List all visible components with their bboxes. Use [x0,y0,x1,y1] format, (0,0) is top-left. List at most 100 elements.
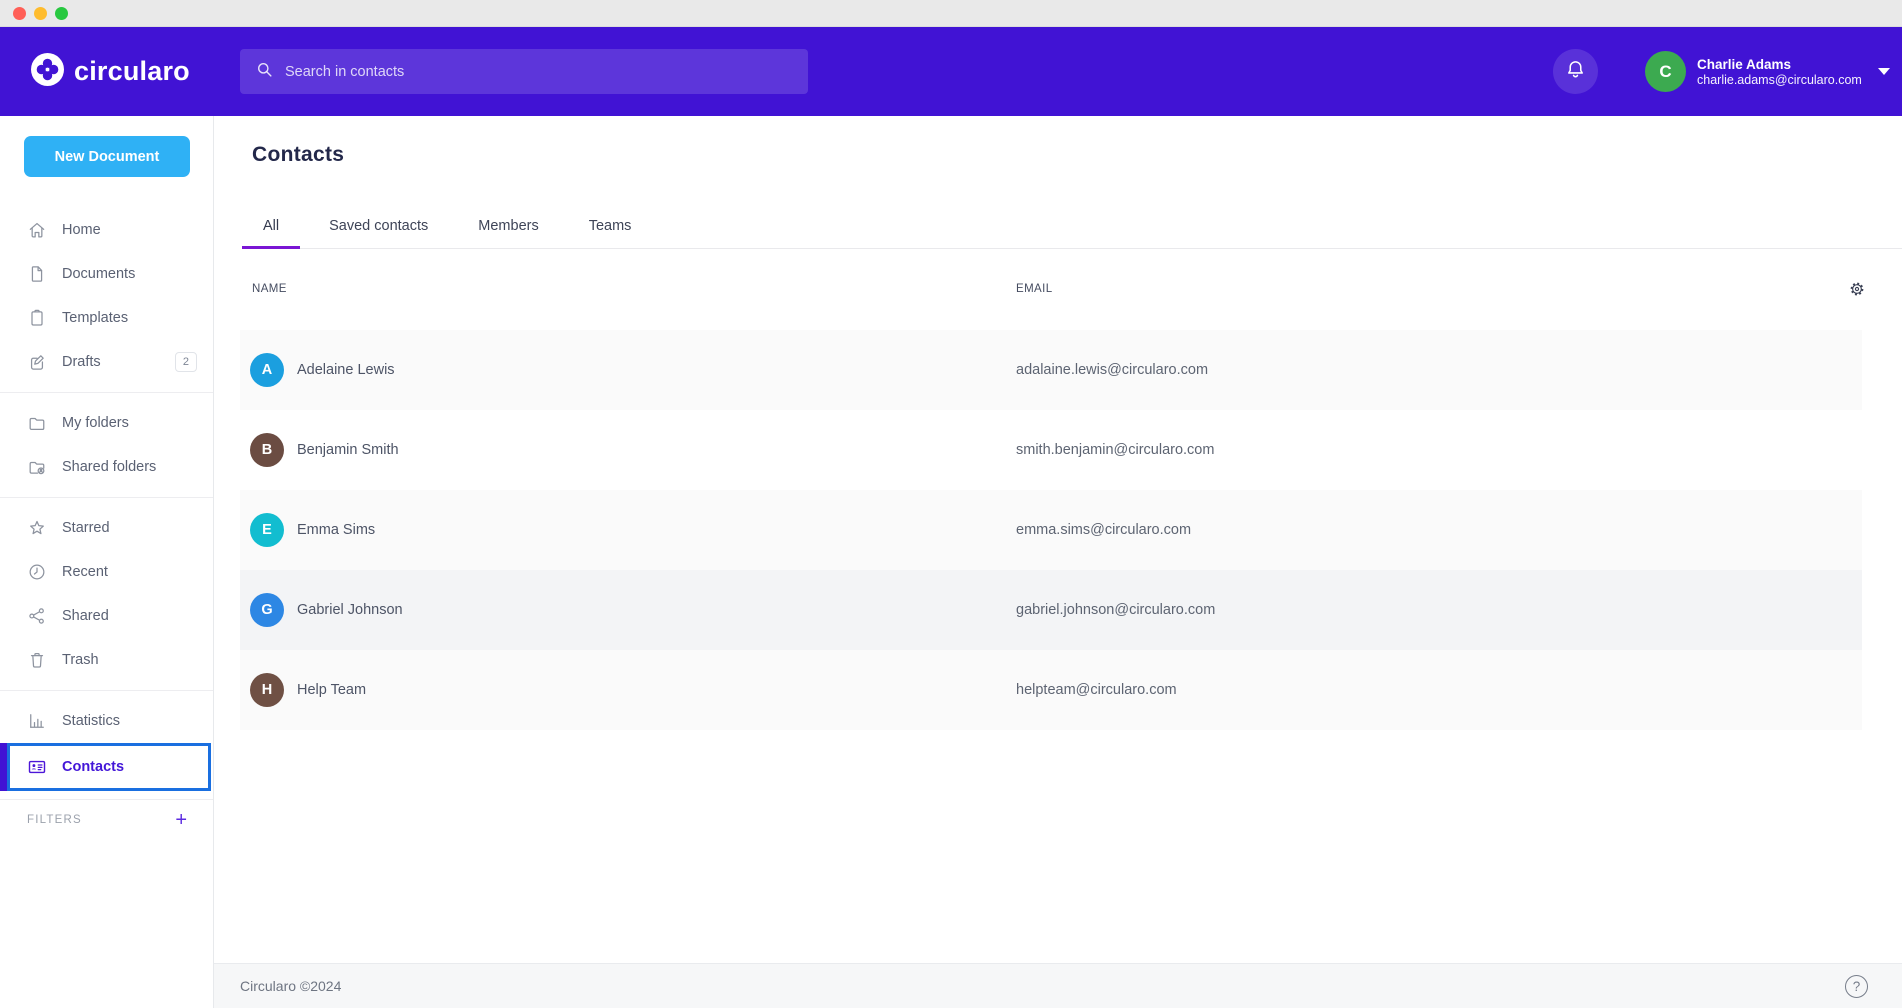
contact-email: gabriel.johnson@circularo.com [1016,602,1215,618]
sidebar-item-label: Drafts [62,354,101,370]
contact-row[interactable]: H Help Team helpteam@circularo.com [240,650,1862,730]
template-icon [27,308,47,328]
sidebar-item-contacts[interactable]: Contacts [0,743,213,791]
new-document-button[interactable]: New Document [24,136,190,177]
sidebar: New Document Home [0,116,214,1008]
clock-icon [27,562,47,582]
sidebar-item-contacts-active: Contacts [0,743,213,791]
folder-icon [27,413,47,433]
tab-members[interactable]: Members [457,206,559,249]
contact-email: emma.sims@circularo.com [1016,522,1191,538]
sidebar-item-templates[interactable]: Templates [0,296,213,340]
sidebar-item-label: Shared [62,608,109,624]
sidebar-item-label: Statistics [62,713,120,729]
gear-icon [1848,285,1866,302]
home-icon [27,220,47,240]
bell-icon [1564,58,1587,86]
window-titlebar [0,0,1902,27]
sidebar-nav: Home Documents T [0,177,213,800]
question-mark-icon: ? [1853,979,1861,994]
column-settings-button[interactable] [1848,280,1866,298]
sidebar-item-statistics[interactable]: Statistics [0,699,213,743]
filters-section: FILTERS + [0,804,213,836]
app-logo-text: circularo [74,56,190,87]
share-icon [27,606,47,626]
notifications-button[interactable] [1553,49,1598,94]
contact-email: helpteam@circularo.com [1016,682,1177,698]
star-icon [27,518,47,538]
statistics-icon [27,711,47,731]
user-name: Charlie Adams [1697,56,1862,73]
help-button[interactable]: ? [1845,975,1868,998]
add-filter-button[interactable]: + [175,810,187,830]
main-content: Contacts All Saved contacts Members Team… [214,116,1902,1008]
shared-folder-icon [27,457,47,477]
tab-all[interactable]: All [242,206,300,249]
user-menu[interactable]: C Charlie Adams charlie.adams@circularo.… [1645,51,1890,92]
tab-saved-contacts[interactable]: Saved contacts [308,206,449,249]
sidebar-item-label: Recent [62,564,108,580]
sidebar-item-shared-folders[interactable]: Shared folders [0,445,213,489]
circularo-logo-icon [31,53,64,91]
chevron-down-icon [1878,68,1890,75]
divider [0,392,213,393]
sidebar-item-starred[interactable]: Starred [0,506,213,550]
contact-name: Emma Sims [297,522,375,538]
contacts-icon [27,757,47,777]
sidebar-item-label: Starred [62,520,110,536]
app-header: circularo C Charlie Adams [0,27,1902,116]
contact-name: Help Team [297,682,366,698]
sidebar-item-shared[interactable]: Shared [0,594,213,638]
search-bar [240,49,808,94]
sidebar-item-label: Shared folders [62,459,156,475]
contact-row[interactable]: G Gabriel Johnson gabriel.johnson@circul… [240,570,1862,650]
sidebar-item-label: Contacts [62,759,124,775]
window-close-button[interactable] [13,7,26,20]
sidebar-item-my-folders[interactable]: My folders [0,401,213,445]
contact-avatar: B [250,433,284,467]
contact-avatar: H [250,673,284,707]
divider [0,799,213,800]
search-icon [255,60,274,84]
app-window: circularo C Charlie Adams [0,0,1902,1008]
table-header: NAME EMAIL [214,276,1902,302]
contact-name: Benjamin Smith [297,442,399,458]
contact-row[interactable]: E Emma Sims emma.sims@circularo.com [240,490,1862,570]
sidebar-item-label: Templates [62,310,128,326]
sidebar-item-trash[interactable]: Trash [0,638,213,682]
contact-avatar: G [250,593,284,627]
divider [0,497,213,498]
contact-row[interactable]: A Adelaine Lewis adalaine.lewis@circular… [240,330,1862,410]
tab-teams[interactable]: Teams [568,206,653,249]
divider [0,690,213,691]
contacts-list: A Adelaine Lewis adalaine.lewis@circular… [240,330,1862,730]
contact-email: adalaine.lewis@circularo.com [1016,362,1208,378]
contact-avatar: A [250,353,284,387]
sidebar-item-label: Documents [62,266,135,282]
contact-name: Adelaine Lewis [297,362,395,378]
sidebar-item-label: My folders [62,415,129,431]
search-input[interactable] [285,64,793,80]
tab-bar: All Saved contacts Members Teams [242,206,1902,249]
sidebar-item-home[interactable]: Home [0,208,213,252]
drafts-count-badge: 2 [175,352,197,372]
window-zoom-button[interactable] [55,7,68,20]
sidebar-item-documents[interactable]: Documents [0,252,213,296]
page-title: Contacts [252,142,344,168]
drafts-icon [27,352,47,372]
sidebar-item-drafts[interactable]: Drafts 2 [0,340,213,384]
sidebar-item-label: Home [62,222,101,238]
contact-avatar: E [250,513,284,547]
trash-icon [27,650,47,670]
user-email: charlie.adams@circularo.com [1697,73,1862,88]
window-minimize-button[interactable] [34,7,47,20]
contact-name: Gabriel Johnson [297,602,403,618]
document-icon [27,264,47,284]
user-info: Charlie Adams charlie.adams@circularo.co… [1697,56,1862,88]
sidebar-item-label: Trash [62,652,99,668]
sidebar-item-recent[interactable]: Recent [0,550,213,594]
column-header-email: EMAIL [1016,276,1053,302]
filters-label: FILTERS [27,814,82,826]
app-logo[interactable]: circularo [31,53,190,91]
contact-row[interactable]: B Benjamin Smith smith.benjamin@circular… [240,410,1862,490]
